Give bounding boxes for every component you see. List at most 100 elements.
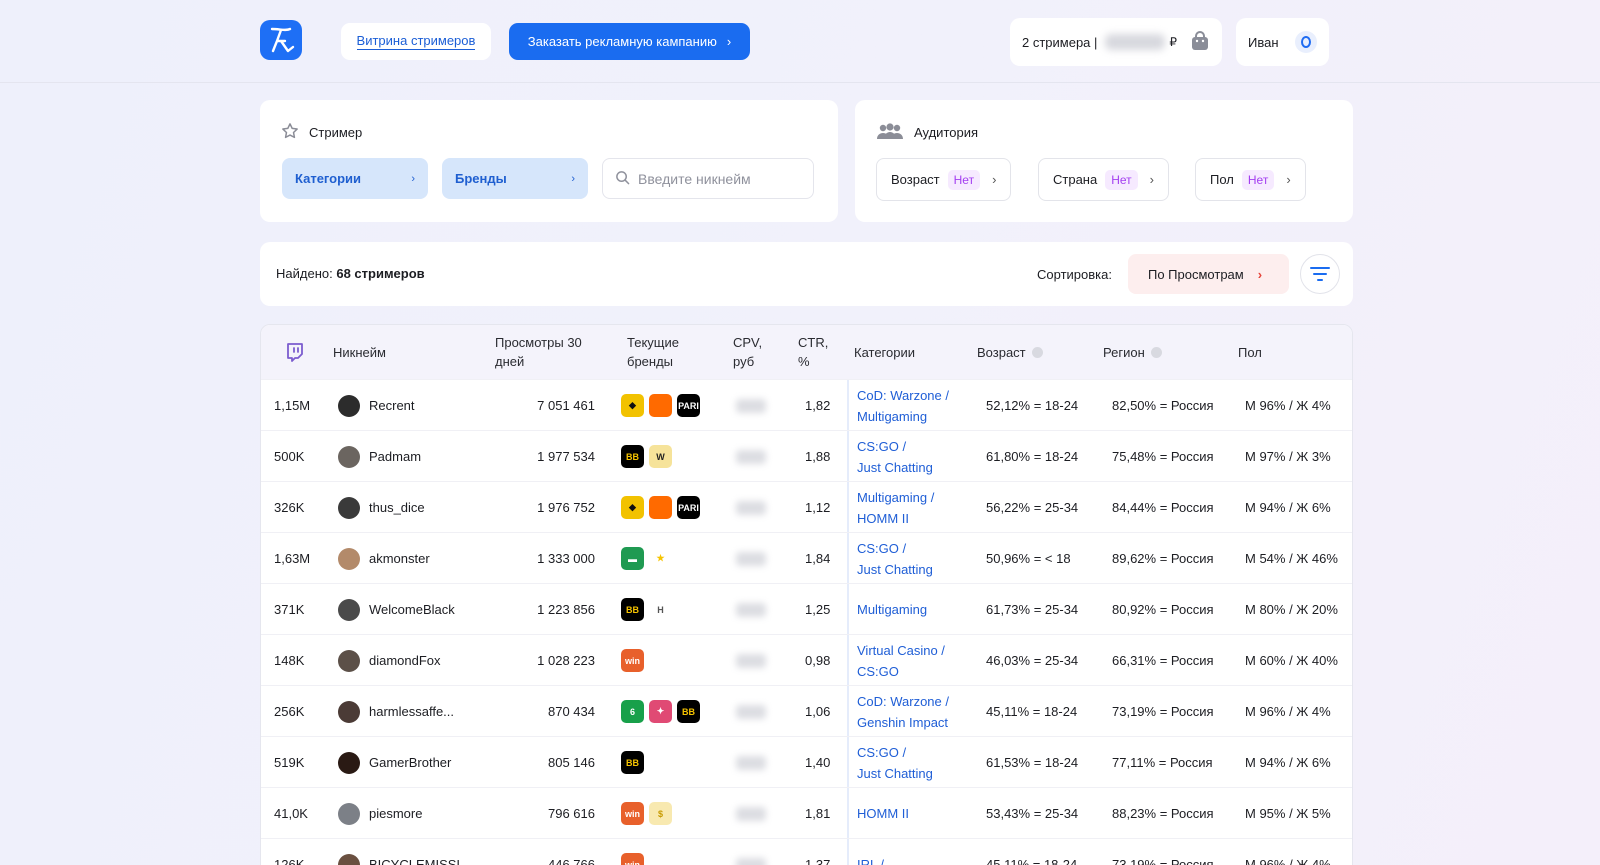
categories-cell[interactable]: CS:GO / Just Chatting bbox=[847, 431, 933, 482]
column-nickname[interactable]: Никнейм bbox=[333, 325, 386, 379]
cart-amount-blurred bbox=[1105, 34, 1166, 50]
user-menu[interactable]: Иван bbox=[1236, 18, 1329, 66]
table-row[interactable]: 126K BICYCLEMISSI 446 766 win 1,37 IRL / 45,11… bbox=[261, 838, 1352, 865]
categories-cell[interactable]: CoD: Warzone / Multigaming bbox=[847, 380, 949, 431]
category-secondary[interactable]: Just Chatting bbox=[857, 763, 933, 784]
age-value: 52,12% = 18-24 bbox=[986, 398, 1079, 413]
category-primary[interactable]: CoD: Warzone / bbox=[857, 691, 949, 712]
categories-cell[interactable]: Multigaming / HOMM II bbox=[847, 482, 934, 533]
categories-cell[interactable]: CS:GO / Just Chatting bbox=[847, 533, 933, 584]
column-brands[interactable]: Текущие бренды bbox=[627, 325, 679, 379]
category-primary[interactable]: Multigaming bbox=[857, 599, 927, 620]
table-row[interactable]: 148K diamondFox 1 028 223 win 0,98 Virtual Ca… bbox=[261, 634, 1352, 686]
gender-value: М 97% / Ж 3% bbox=[1245, 449, 1331, 464]
nickname-cell[interactable]: Recrent bbox=[338, 380, 415, 431]
category-primary[interactable]: IRL / bbox=[857, 854, 884, 865]
category-secondary[interactable]: Multigaming bbox=[857, 406, 927, 427]
column-region[interactable]: Регион bbox=[1103, 325, 1162, 379]
twitch-icon bbox=[284, 325, 304, 379]
category-secondary[interactable]: Genshin Impact bbox=[857, 712, 948, 733]
category-primary[interactable]: CS:GO / bbox=[857, 538, 906, 559]
categories-cell[interactable]: CS:GO / Just Chatting bbox=[847, 737, 933, 788]
brand-logo-icon: 6 bbox=[621, 700, 644, 723]
gender-value: М 60% / Ж 40% bbox=[1245, 653, 1338, 668]
country-filter-label: Страна bbox=[1053, 172, 1098, 187]
categories-cell[interactable]: HOMM II bbox=[847, 788, 909, 839]
categories-cell[interactable]: IRL / bbox=[847, 839, 884, 865]
category-primary[interactable]: Virtual Casino / bbox=[857, 640, 945, 661]
nickname-cell[interactable]: thus_dice bbox=[338, 482, 425, 533]
nickname-cell[interactable]: Padmam bbox=[338, 431, 421, 482]
brands-cell: win bbox=[621, 635, 644, 686]
ctr-value: 1,37 bbox=[805, 857, 831, 865]
categories-cell[interactable]: Multigaming bbox=[847, 584, 927, 635]
avatar bbox=[338, 853, 360, 865]
logo-icon[interactable] bbox=[260, 20, 302, 60]
audience-filter-header: Аудитория bbox=[876, 122, 978, 143]
showcase-label: Витрина стримеров bbox=[356, 33, 476, 50]
found-label: Найдено: bbox=[276, 266, 333, 281]
info-icon[interactable] bbox=[1150, 346, 1162, 358]
info-icon[interactable] bbox=[1031, 346, 1043, 358]
followers-count: 148K bbox=[274, 653, 305, 668]
nickname-cell[interactable]: BICYCLEMISSI bbox=[338, 839, 460, 865]
column-ctr-line1: CTR, bbox=[798, 335, 829, 350]
nickname: Recrent bbox=[369, 398, 415, 413]
category-primary[interactable]: CoD: Warzone / bbox=[857, 385, 949, 406]
table-row[interactable]: 256K harmlessaffe... 870 434 6 ✦ BB 1,06 CoD: W… bbox=[261, 685, 1352, 737]
brand-logo-icon: $ bbox=[649, 802, 672, 825]
table-row[interactable]: 371K WelcomeBlack 1 223 856 BB H 1,25 Multigam… bbox=[261, 583, 1352, 635]
brand-logo-icon: ✦ bbox=[649, 700, 672, 723]
sort-dropdown[interactable]: По Просмотрам › bbox=[1128, 254, 1289, 294]
categories-cell[interactable]: CoD: Warzone / Genshin Impact bbox=[847, 686, 949, 737]
category-primary[interactable]: CS:GO / bbox=[857, 742, 906, 763]
column-gender[interactable]: Пол bbox=[1238, 325, 1262, 379]
column-cpv[interactable]: CPV, руб bbox=[733, 325, 762, 379]
nickname-cell[interactable]: akmonster bbox=[338, 533, 430, 584]
nickname-cell[interactable]: WelcomeBlack bbox=[338, 584, 455, 635]
nickname-cell[interactable]: GamerBrother bbox=[338, 737, 451, 788]
column-categories[interactable]: Категории bbox=[854, 325, 915, 379]
showcase-button[interactable]: Витрина стримеров bbox=[341, 23, 491, 60]
table-row[interactable]: 519K GamerBrother 805 146 BB 1,40 CS:GO / Just… bbox=[261, 736, 1352, 788]
streamers-table: Никнейм Просмотры 30 дней Текущие бренды… bbox=[260, 324, 1353, 865]
column-age[interactable]: Возраст bbox=[977, 325, 1043, 379]
nickname-search-input[interactable]: Введите никнейм bbox=[602, 158, 814, 199]
age-value: 50,96% = < 18 bbox=[986, 551, 1071, 566]
category-secondary[interactable]: Just Chatting bbox=[857, 457, 933, 478]
cpv-value-blurred bbox=[736, 431, 766, 482]
brands-cell: BB W bbox=[621, 431, 672, 482]
column-ctr[interactable]: CTR, % bbox=[798, 325, 828, 379]
brands-dropdown[interactable]: Бренды › bbox=[442, 158, 588, 199]
gender-filter-label: Пол bbox=[1210, 172, 1234, 187]
gender-filter[interactable]: Пол Нет › bbox=[1195, 158, 1306, 201]
country-filter-value: Нет bbox=[1105, 169, 1138, 190]
nickname-cell[interactable]: diamondFox bbox=[338, 635, 441, 686]
age-filter[interactable]: Возраст Нет › bbox=[876, 158, 1012, 201]
age-filter-label: Возраст bbox=[891, 172, 940, 187]
nickname-cell[interactable]: piesmore bbox=[338, 788, 422, 839]
column-views-line1: Просмотры 30 bbox=[495, 335, 582, 350]
nickname: WelcomeBlack bbox=[369, 602, 455, 617]
cart-summary[interactable]: 2 стримера | ₽ bbox=[1010, 18, 1222, 66]
category-secondary[interactable]: HOMM II bbox=[857, 508, 909, 529]
table-row[interactable]: 41,0K piesmore 796 616 win $1,81 HOMM II 53,43… bbox=[261, 787, 1352, 839]
categories-dropdown[interactable]: Категории › bbox=[282, 158, 428, 199]
category-primary[interactable]: Multigaming / bbox=[857, 487, 934, 508]
category-primary[interactable]: CS:GO / bbox=[857, 436, 906, 457]
category-primary[interactable]: HOMM II bbox=[857, 803, 909, 824]
filter-button[interactable] bbox=[1300, 254, 1340, 294]
avatar bbox=[338, 802, 360, 825]
categories-cell[interactable]: Virtual Casino / CS:GO bbox=[847, 635, 945, 686]
column-views[interactable]: Просмотры 30 дней bbox=[495, 325, 582, 379]
table-row[interactable]: 326K thus_dice 1 976 752 ◆ PARI 1,12 Multigami… bbox=[261, 481, 1352, 533]
category-secondary[interactable]: CS:GO bbox=[857, 661, 899, 682]
category-secondary[interactable]: Just Chatting bbox=[857, 559, 933, 580]
brands-cell: win $ bbox=[621, 788, 672, 839]
table-row[interactable]: 1,63M akmonster 1 333 000 ▬ ★ 1,84 CS:GO / Just… bbox=[261, 532, 1352, 584]
table-row[interactable]: 1,15M Recrent 7 051 461 ◆ PARI 1,82 CoD: Warzo… bbox=[261, 379, 1352, 431]
table-row[interactable]: 500K Padmam 1 977 534 BB W 1,88 CS:GO / Just Ch… bbox=[261, 430, 1352, 482]
order-campaign-button[interactable]: Заказать рекламную кампанию › bbox=[509, 23, 750, 60]
country-filter[interactable]: Страна Нет › bbox=[1038, 158, 1169, 201]
nickname-cell[interactable]: harmlessaffe... bbox=[338, 686, 454, 737]
